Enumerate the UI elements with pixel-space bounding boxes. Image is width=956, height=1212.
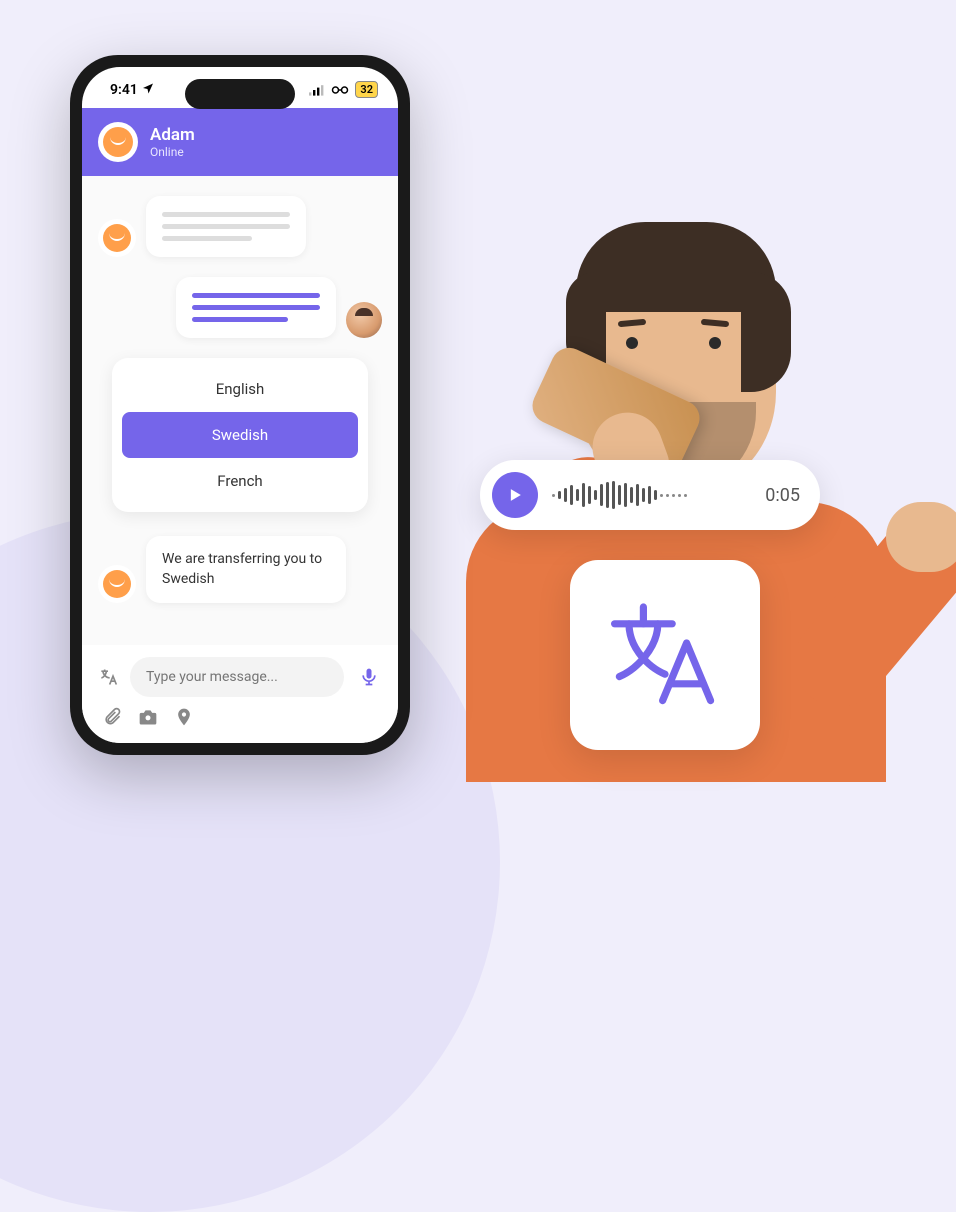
phone-frame: 9:41 (70, 55, 410, 755)
bot-message-bubble (146, 196, 306, 257)
transfer-message-bubble: We are transferring you to Swedish (146, 536, 346, 603)
status-time: 9:41 (110, 82, 138, 98)
notch (185, 79, 295, 109)
chat-body: English Swedish French We are transferri… (82, 176, 398, 692)
chat-header: Adam Online (82, 108, 398, 176)
bot-avatar (98, 565, 136, 603)
location-pin-icon[interactable] (174, 707, 194, 727)
message-input[interactable] (130, 657, 344, 697)
camera-icon[interactable] (138, 707, 158, 727)
play-button[interactable] (492, 472, 538, 518)
language-option-swedish[interactable]: Swedish (122, 412, 358, 458)
translate-icon[interactable] (96, 667, 120, 687)
attachment-icon[interactable] (102, 707, 122, 727)
translate-card[interactable] (570, 560, 760, 750)
phone-screen: 9:41 (82, 67, 398, 743)
audio-player-card: 0:05 (480, 460, 820, 530)
input-area (82, 645, 398, 743)
user-avatar (346, 302, 382, 338)
bot-message-row (98, 196, 382, 257)
audio-waveform[interactable] (552, 481, 751, 509)
battery-level-badge: 32 (355, 81, 378, 98)
chat-contact-status: Online (150, 145, 195, 159)
bot-message-row: We are transferring you to Swedish (98, 536, 382, 603)
bot-avatar (98, 219, 136, 257)
translate-icon (605, 595, 725, 715)
language-option-english[interactable]: English (122, 366, 358, 412)
user-message-row (98, 277, 382, 338)
chat-contact-name: Adam (150, 125, 195, 145)
language-picker: English Swedish French (112, 358, 368, 512)
user-message-bubble (176, 277, 336, 338)
audio-duration: 0:05 (765, 485, 800, 506)
link-icon (331, 85, 349, 95)
location-arrow-icon (142, 82, 154, 98)
language-option-french[interactable]: French (122, 458, 358, 504)
signal-icon (309, 84, 325, 96)
bot-avatar[interactable] (98, 122, 138, 162)
microphone-button[interactable] (354, 662, 384, 692)
